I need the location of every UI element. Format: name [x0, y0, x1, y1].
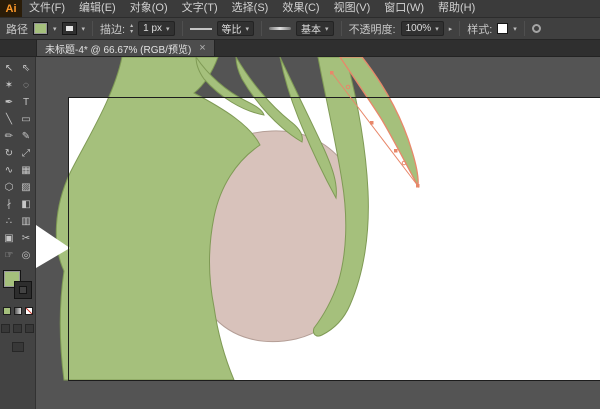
width-profile-select[interactable]: 等比 ▾ [217, 21, 255, 36]
stroke-weight-value: 1 px [143, 23, 162, 34]
menu-item-4[interactable]: 文字(T) [175, 0, 225, 17]
menu-item-2[interactable]: 编辑(E) [72, 0, 123, 17]
column-graph-tool-icon[interactable]: ▥ [18, 213, 35, 230]
gradient-tool-icon[interactable]: ▨ [18, 179, 35, 196]
draw-normal-button[interactable] [1, 324, 10, 333]
chevron-down-icon[interactable]: ▾ [325, 25, 329, 33]
chevron-down-icon[interactable]: ▾ [166, 25, 170, 33]
anchor-point[interactable] [370, 121, 374, 125]
stroke-weight-field[interactable]: 1 px ▾ [138, 21, 174, 36]
stroke-color-chip[interactable] [14, 281, 32, 299]
fill-color-swatch[interactable] [33, 22, 48, 35]
graphic-style-swatch[interactable] [497, 23, 508, 34]
artwork-svg [36, 57, 600, 409]
screen-mode-button[interactable] [12, 342, 24, 352]
free-transform-tool-icon[interactable]: ▦ [18, 162, 35, 179]
close-tab-icon[interactable]: × [199, 43, 205, 54]
magic-wand-tool-icon[interactable]: ✶ [1, 77, 18, 94]
anchor-point[interactable] [416, 184, 420, 188]
pencil-tool-icon[interactable]: ✎ [18, 128, 35, 145]
line-segment-tool-icon[interactable]: ╲ [1, 111, 18, 128]
chevron-down-icon[interactable]: ▾ [435, 25, 439, 33]
separator [341, 21, 342, 36]
fill-stroke-indicator [3, 270, 33, 300]
app-logo: Ai [0, 0, 22, 17]
paintbrush-tool-icon[interactable]: ✏ [1, 128, 18, 145]
context-label: 路径 [6, 21, 28, 37]
shape-builder-tool-icon[interactable]: ⬡ [1, 179, 18, 196]
stroke-weight-label: 描边: [100, 21, 125, 37]
fill-dropdown-icon[interactable]: ▾ [53, 25, 57, 33]
slice-tool-icon[interactable]: ✂ [18, 230, 35, 247]
menu-item-8[interactable]: 窗口(W) [377, 0, 431, 17]
menu-item-9[interactable]: 帮助(H) [431, 0, 482, 17]
pen-tool-icon[interactable]: ✒ [1, 94, 18, 111]
symbol-sprayer-tool-icon[interactable]: ∴ [1, 213, 18, 230]
artboard-tool-icon[interactable]: ▣ [1, 230, 18, 247]
draw-behind-button[interactable] [13, 324, 22, 333]
drawing-mode-buttons [1, 324, 34, 333]
canvas-area[interactable] [36, 57, 600, 409]
stroke-weight-stepper[interactable]: ▴ ▾ [130, 23, 133, 35]
brush-stroke-icon [269, 27, 291, 30]
none-button[interactable] [25, 307, 33, 315]
scale-tool-icon[interactable]: ⤢ [18, 145, 35, 162]
stroke-dropdown-icon[interactable]: ▾ [82, 25, 86, 33]
separator [261, 21, 262, 36]
menu-item-5[interactable]: 选择(S) [225, 0, 276, 17]
zoom-tool-icon[interactable]: ◎ [18, 247, 35, 264]
width-profile-value: 等比 [222, 21, 242, 36]
gradient-button[interactable] [14, 307, 22, 315]
separator [182, 21, 183, 36]
tool-grid: ↖⇖✶◌✒T╲▭✏✎↻⤢∿▦⬡▨∤◧∴▥▣✂☞◎ [1, 60, 35, 264]
separator [459, 21, 460, 36]
menu-bar: Ai 文件(F)编辑(E)对象(O)文字(T)选择(S)效果(C)视图(V)窗口… [0, 0, 600, 18]
draw-inside-button[interactable] [25, 324, 34, 333]
paint-mode-buttons [3, 307, 33, 315]
chevron-down-icon[interactable]: ▾ [246, 25, 250, 33]
hand-tool-icon[interactable]: ☞ [1, 247, 18, 264]
color-button[interactable] [3, 307, 11, 315]
document-tab-bar: 未标题-4* @ 66.67% (RGB/预览) × [0, 40, 600, 57]
anchor-point[interactable] [394, 149, 398, 153]
rotate-tool-icon[interactable]: ↻ [1, 145, 18, 162]
style-dropdown-icon[interactable]: ▾ [513, 25, 517, 33]
type-tool-icon[interactable]: T [18, 94, 35, 111]
menu-item-7[interactable]: 视图(V) [327, 0, 378, 17]
menu-list: 文件(F)编辑(E)对象(O)文字(T)选择(S)效果(C)视图(V)窗口(W)… [22, 0, 482, 17]
opacity-value: 100% [406, 23, 432, 34]
spin-down-icon[interactable]: ▾ [130, 29, 133, 35]
brush-definition-value: 基本 [301, 21, 321, 36]
shape-mode-icon[interactable] [532, 24, 541, 33]
menu-item-3[interactable]: 对象(O) [123, 0, 175, 17]
blend-tool-icon[interactable]: ◧ [18, 196, 35, 213]
tools-panel: ↖⇖✶◌✒T╲▭✏✎↻⤢∿▦⬡▨∤◧∴▥▣✂☞◎ [0, 57, 36, 409]
document-tab[interactable]: 未标题-4* @ 66.67% (RGB/预览) × [36, 40, 215, 56]
stroke-color-swatch[interactable] [62, 22, 77, 35]
width-profile-line-icon [190, 28, 212, 30]
style-label: 样式: [467, 21, 492, 37]
opacity-field[interactable]: 100% ▾ [401, 21, 444, 36]
brush-definition-select[interactable]: 基本 ▾ [296, 21, 334, 36]
width-tool-icon[interactable]: ∿ [1, 162, 18, 179]
document-tab-title: 未标题-4* @ 66.67% (RGB/预览) [45, 41, 191, 56]
rectangle-tool-icon[interactable]: ▭ [18, 111, 35, 128]
eyedropper-tool-icon[interactable]: ∤ [1, 196, 18, 213]
control-bar: 路径 ▾ ▾ 描边: ▴ ▾ 1 px ▾ 等比 ▾ 基本 ▾ 不透明度: 10… [0, 18, 600, 40]
submenu-arrow-icon[interactable]: ▸ [449, 25, 453, 33]
direct-selection-tool-icon[interactable]: ⇖ [18, 60, 35, 77]
selection-tool-icon[interactable]: ↖ [1, 60, 18, 77]
separator [92, 21, 93, 36]
menu-item-1[interactable]: 文件(F) [22, 0, 72, 17]
lasso-tool-icon[interactable]: ◌ [18, 77, 35, 94]
opacity-label: 不透明度: [349, 21, 396, 37]
anchor-point[interactable] [330, 71, 334, 75]
separator [524, 21, 525, 36]
menu-item-6[interactable]: 效果(C) [275, 0, 326, 17]
main-area: ↖⇖✶◌✒T╲▭✏✎↻⤢∿▦⬡▨∤◧∴▥▣✂☞◎ [0, 57, 600, 409]
